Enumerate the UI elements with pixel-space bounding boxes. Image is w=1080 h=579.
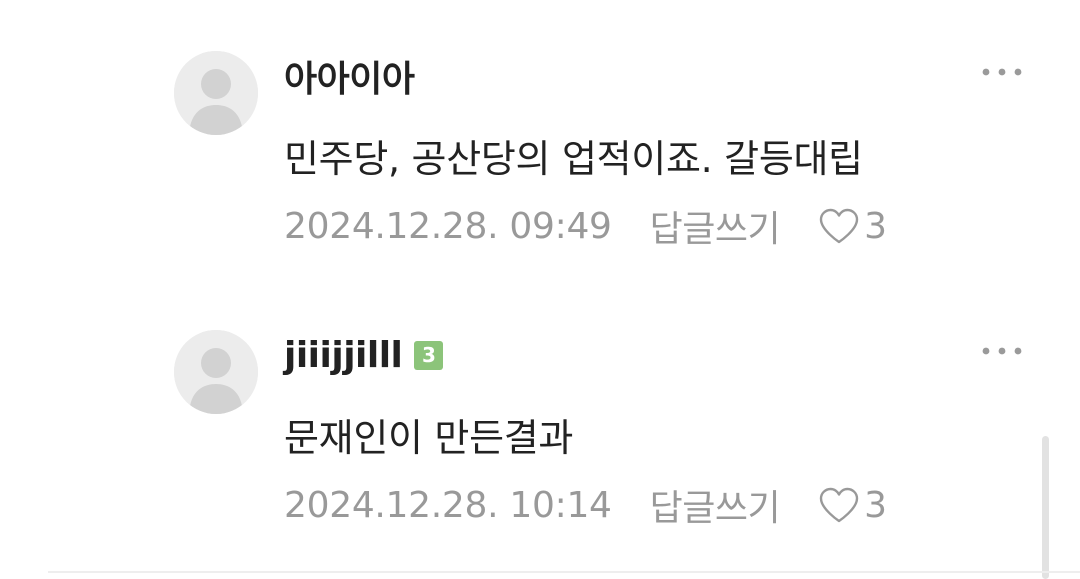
comment-meta: 2024.12.28. 09:49 답글쓰기 3: [284, 201, 887, 251]
comment-meta: 2024.12.28. 10:14 답글쓰기 3: [284, 480, 887, 530]
like-button[interactable]: 3: [818, 485, 887, 526]
more-horizontal-icon: [982, 347, 1022, 355]
comment-author[interactable]: 아아이아: [284, 50, 415, 102]
default-avatar-icon: [174, 51, 258, 135]
reply-button[interactable]: 답글쓰기: [650, 200, 781, 252]
comment-text: 문재인이 만든결과: [284, 416, 574, 460]
comment-text: 민주당, 공산당의 업적이죠. 갈등대립: [284, 137, 863, 181]
comment-author[interactable]: jiiijjilll: [284, 335, 403, 376]
heart-outline-icon: [818, 207, 860, 245]
like-count: 3: [864, 484, 888, 526]
avatar[interactable]: [174, 51, 258, 135]
divider: [48, 571, 1080, 573]
comment-header: 아아이아: [284, 50, 415, 102]
reply-button[interactable]: 답글쓰기: [650, 479, 781, 531]
more-options-button[interactable]: [975, 337, 1029, 365]
heart-outline-icon: [818, 486, 860, 524]
comment-header: jiiijjilll 3: [284, 331, 444, 379]
comment-item: jiiijjilll 3 문재인이 만든결과 2024.12.28. 10:14…: [0, 279, 1080, 529]
comment-list: 아아이아 민주당, 공산당의 업적이죠. 갈등대립 2024.12.28. 09…: [0, 0, 1080, 579]
comment-date: 2024.12.28. 09:49: [284, 205, 612, 247]
like-button[interactable]: 3: [818, 206, 887, 247]
default-avatar-icon: [174, 330, 258, 414]
more-options-button[interactable]: [975, 58, 1029, 86]
comment-date: 2024.12.28. 10:14: [284, 484, 612, 526]
comment-item: 아아이아 민주당, 공산당의 업적이죠. 갈등대립 2024.12.28. 09…: [0, 0, 1080, 250]
level-badge: 3: [414, 340, 444, 370]
scrollbar[interactable]: [1042, 436, 1049, 579]
more-horizontal-icon: [982, 68, 1022, 76]
like-count: 3: [864, 205, 888, 247]
avatar[interactable]: [174, 330, 258, 414]
